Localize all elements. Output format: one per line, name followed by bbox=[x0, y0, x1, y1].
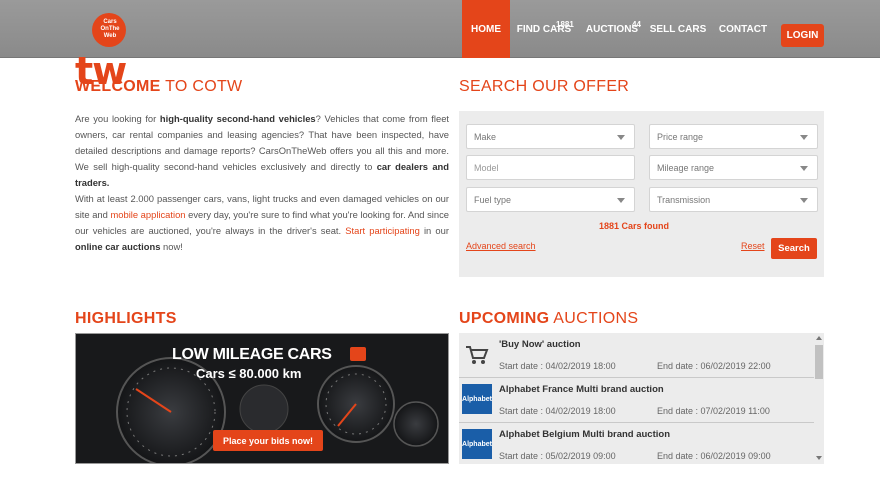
auction-end-date: End date : 06/02/2019 22:00 bbox=[657, 361, 771, 371]
cotw-badge-icon bbox=[350, 347, 366, 361]
alphabet-logo: Alphabet bbox=[462, 429, 492, 459]
price-range-select[interactable]: Price range bbox=[649, 124, 818, 149]
alphabet-logo: Alphabet bbox=[462, 384, 492, 414]
scroll-thumb[interactable] bbox=[815, 345, 823, 379]
banner-title: LOW MILEAGE CARS bbox=[172, 346, 332, 363]
upcoming-auctions-heading: UPCOMING AUCTIONS bbox=[459, 310, 639, 327]
auction-item[interactable]: Alphabet Alphabet France Multi brand auc… bbox=[459, 378, 814, 423]
nav-contact[interactable]: CONTACT bbox=[714, 0, 772, 58]
search-panel: Make Price range Model Mileage range Fue… bbox=[459, 111, 824, 277]
mobile-application-link[interactable]: mobile application bbox=[110, 209, 185, 220]
scroll-up-arrow-icon[interactable] bbox=[816, 336, 822, 340]
mileage-range-select[interactable]: Mileage range bbox=[649, 155, 818, 180]
fuel-type-select[interactable]: Fuel type bbox=[466, 187, 635, 212]
auction-title: Alphabet France Multi brand auction bbox=[499, 384, 664, 395]
auction-item[interactable]: 'Buy Now' auction Start date : 04/02/201… bbox=[459, 333, 814, 378]
nav-home[interactable]: HOME bbox=[462, 0, 510, 58]
highlights-heading: HIGHLIGHTS bbox=[75, 310, 177, 327]
cotw-logo[interactable]: Ctw Cars OnThe Web bbox=[75, 9, 175, 93]
transmission-select[interactable]: Transmission bbox=[649, 187, 818, 212]
nav-find-cars[interactable]: 1881 FIND CARS bbox=[512, 0, 576, 58]
nav-auctions-label: AUCTIONS bbox=[585, 23, 639, 35]
upcoming-auctions-list: 'Buy Now' auction Start date : 04/02/201… bbox=[459, 333, 824, 464]
chevron-down-icon bbox=[800, 135, 808, 140]
cars-found-count: 1881 Cars found bbox=[599, 221, 670, 231]
scroll-down-arrow-icon[interactable] bbox=[816, 456, 822, 460]
logo-subtitle: Cars OnThe Web bbox=[100, 19, 120, 39]
nav-sell-cars[interactable]: SELL CARS bbox=[648, 0, 708, 58]
search-button[interactable]: Search bbox=[771, 238, 817, 259]
auctions-count-badge: 44 bbox=[632, 20, 641, 29]
nav-contact-label: CONTACT bbox=[718, 23, 768, 35]
auction-title: Alphabet Belgium Multi brand auction bbox=[499, 429, 670, 440]
nav-home-label: HOME bbox=[471, 23, 501, 35]
cart-icon bbox=[462, 339, 492, 369]
chevron-down-icon bbox=[617, 135, 625, 140]
login-button[interactable]: LOGIN bbox=[781, 24, 824, 47]
auction-end-date: End date : 06/02/2019 09:00 bbox=[657, 451, 771, 461]
auction-end-date: End date : 07/02/2019 11:00 bbox=[657, 406, 770, 416]
banner-subtitle: Cars ≤ 80.000 km bbox=[196, 366, 302, 381]
model-input[interactable]: Model bbox=[466, 155, 635, 180]
auction-item[interactable]: Alphabet Alphabet Belgium Multi brand au… bbox=[459, 423, 814, 464]
auction-title: 'Buy Now' auction bbox=[499, 339, 581, 350]
auctions-scrollbar[interactable] bbox=[814, 333, 824, 464]
reset-link[interactable]: Reset bbox=[741, 241, 765, 251]
find-cars-count-badge: 1881 bbox=[556, 20, 574, 29]
welcome-text: Are you looking for high-quality second-… bbox=[75, 113, 450, 252]
make-select[interactable]: Make bbox=[466, 124, 635, 149]
auction-start-date: Start date : 04/02/2019 18:00 bbox=[499, 361, 616, 371]
start-participating-link[interactable]: Start participating bbox=[345, 225, 420, 236]
advanced-search-link[interactable]: Advanced search bbox=[466, 241, 536, 251]
top-navigation-bar: Ctw Cars OnThe Web HOME 1881 FIND CARS 4… bbox=[0, 0, 880, 93]
place-bids-button[interactable]: Place your bids now! bbox=[213, 430, 323, 451]
auction-start-date: Start date : 05/02/2019 09:00 bbox=[499, 451, 616, 461]
search-heading: SEARCH OUR OFFER bbox=[459, 78, 630, 95]
nav-auctions[interactable]: 44 AUCTIONS bbox=[582, 0, 642, 58]
nav-sell-cars-label: SELL CARS bbox=[649, 23, 707, 35]
low-mileage-banner[interactable]: LOW MILEAGE CARS Cars ≤ 80.000 km Place … bbox=[75, 333, 449, 464]
welcome-heading: WELCOME TO COTW bbox=[75, 78, 243, 95]
chevron-down-icon bbox=[800, 166, 808, 171]
chevron-down-icon bbox=[800, 198, 808, 203]
chevron-down-icon bbox=[617, 198, 625, 203]
auction-start-date: Start date : 04/02/2019 18:00 bbox=[499, 406, 616, 416]
